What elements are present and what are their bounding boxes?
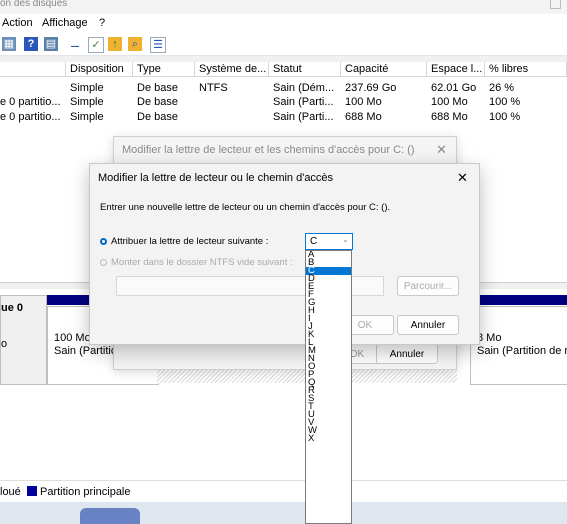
cell-volume: e 0 partitio... — [0, 111, 61, 123]
column-header-free[interactable]: Espace l... — [427, 62, 485, 77]
list-icon[interactable]: ☰ — [150, 37, 166, 53]
drive-letter-select[interactable]: C ⌄ — [305, 233, 353, 250]
check-icon[interactable]: ✓ — [88, 37, 104, 53]
cell-capacity: 688 Mo — [345, 111, 382, 123]
up-icon[interactable]: ↑ — [108, 37, 122, 51]
cell-fs: NTFS — [199, 82, 228, 94]
radio-mount-folder-label: Monter dans le dossier NTFS vide suivant… — [111, 257, 293, 268]
cell-layout: Simple — [70, 111, 104, 123]
menu-action[interactable]: Action — [2, 17, 33, 29]
help-icon[interactable]: ? — [24, 37, 38, 51]
menu-bar: Action Affichage ? — [0, 14, 567, 33]
bg-cancel-button[interactable]: Annuler — [376, 344, 438, 364]
cell-status: Sain (Dém... — [273, 82, 335, 94]
cell-pct: 100 % — [489, 96, 521, 108]
cell-free: 100 Mo — [431, 96, 468, 108]
legend-primary: Partition principale — [40, 486, 131, 498]
cell-volume: e 0 partitio... — [0, 96, 61, 108]
cell-pct: 100 % — [489, 111, 521, 123]
cell-layout: Simple — [70, 96, 104, 108]
column-header-volume[interactable] — [0, 62, 66, 77]
disk-size: o — [1, 338, 8, 350]
search-icon[interactable]: ⌕ — [128, 37, 142, 51]
partition-status: Sain (Partitio — [54, 345, 117, 357]
disk-icon[interactable]: ▦ — [2, 37, 16, 51]
legend: loué Partition principale — [0, 480, 567, 503]
legend-primary-swatch — [27, 486, 37, 496]
dialog-instruction: Entrer une nouvelle lettre de lecteur ou… — [100, 202, 391, 213]
radio-assign-letter[interactable] — [100, 238, 107, 245]
column-header-status[interactable]: Statut — [269, 62, 341, 77]
column-header-pct[interactable]: % libres — [485, 62, 567, 77]
bg-dialog-title: Modifier la lettre de lecteur et les che… — [122, 144, 415, 156]
chevron-down-icon: ⌄ — [342, 235, 349, 244]
column-header-fs[interactable]: Système de... — [195, 62, 269, 77]
minus-icon[interactable]: ⚊ — [68, 37, 82, 51]
disk-label: ue 0 — [1, 302, 24, 314]
cell-free: 688 Mo — [431, 111, 468, 123]
radio-mount-folder[interactable] — [100, 259, 107, 266]
partition-3[interactable]: 8 Mo Sain (Partition de récu — [470, 306, 567, 385]
partition-size: 100 Mo — [54, 332, 91, 344]
menu-affichage[interactable]: Affichage — [42, 17, 88, 29]
close-icon[interactable]: ✕ — [457, 170, 468, 186]
menu-help[interactable]: ? — [99, 17, 105, 29]
toolbar: ▦ ? ▤ ⚊ ✓ ↑ ⌕ ☰ — [0, 33, 567, 56]
cell-status: Sain (Parti... — [273, 111, 334, 123]
properties-icon[interactable]: ▤ — [44, 37, 58, 51]
restore-icon[interactable] — [550, 0, 561, 9]
legend-unallocated: loué — [0, 486, 21, 498]
dropdown-option[interactable]: H — [306, 306, 351, 316]
disk-info-box[interactable]: ue 0 o — [0, 295, 47, 385]
window-titlebar: on des disques — [0, 0, 567, 14]
cancel-button[interactable]: Annuler — [397, 315, 459, 335]
cell-status: Sain (Parti... — [273, 96, 334, 108]
drive-letter-value: C — [310, 236, 318, 247]
radio-assign-letter-label: Attribuer la lettre de lecteur suivante … — [111, 236, 269, 247]
column-header-type[interactable]: Type — [133, 62, 195, 77]
cell-free: 62.01 Go — [431, 82, 477, 94]
drive-letter-dropdown-list[interactable]: ABCDEFGHIJKLMNOPQRSTUVWX — [305, 250, 352, 524]
column-header-capacity[interactable]: Capacité — [341, 62, 427, 77]
window-title: on des disques — [0, 0, 68, 9]
cell-capacity: 237.69 Go — [345, 82, 397, 94]
close-icon[interactable]: ✕ — [436, 142, 447, 158]
taskbar-app-icon[interactable] — [80, 508, 140, 524]
cell-type: De base — [137, 111, 178, 123]
cell-capacity: 100 Mo — [345, 96, 382, 108]
cell-type: De base — [137, 82, 178, 94]
column-header-layout[interactable]: Disposition — [66, 62, 133, 77]
partition-status: Sain (Partition de récu — [477, 345, 567, 357]
taskbar — [0, 502, 567, 524]
partition-size: 8 Mo — [477, 332, 502, 344]
cell-pct: 26 % — [489, 82, 515, 94]
cell-layout: Simple — [70, 82, 104, 94]
dialog-title: Modifier la lettre de lecteur ou le chem… — [98, 172, 334, 184]
cell-type: De base — [137, 96, 178, 108]
browse-button[interactable]: Parcourir... — [397, 276, 459, 296]
change-drive-letter-dialog: Modifier la lettre de lecteur ou le chem… — [89, 163, 480, 345]
dropdown-option[interactable]: X — [306, 434, 351, 444]
